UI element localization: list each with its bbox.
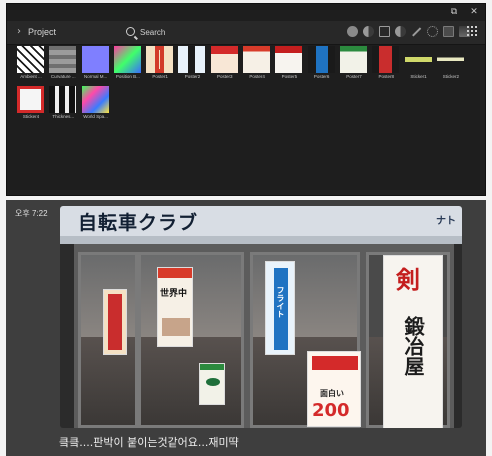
asset-label: Poster1 (152, 74, 168, 79)
asset-label: Poster8 (378, 74, 395, 79)
asset-thumbnail (404, 46, 432, 73)
asset-label: Poster4 (249, 74, 265, 79)
asset-item[interactable]: Ambient ... (15, 46, 47, 84)
filter-sphere-icon[interactable] (347, 26, 358, 37)
search-icon (126, 27, 135, 36)
asset-item[interactable]: Poster4 (241, 46, 273, 84)
asset-item[interactable]: Poster2 (176, 46, 208, 84)
asset-thumbnail (146, 46, 174, 73)
asset-item[interactable]: Sticker2 (435, 46, 467, 84)
poster-vertical-left (103, 289, 127, 355)
window-controls: ⧉ ✕ (449, 7, 479, 19)
asset-thumbnail (17, 46, 44, 73)
asset-thumbnail (113, 46, 141, 73)
asset-thumbnail (243, 46, 271, 73)
message-caption: 킄킄....판박이 붙이는것같어요...재미땩 (59, 436, 239, 449)
asset-label: World Spa... (83, 114, 108, 119)
close-icon[interactable]: ✕ (469, 7, 479, 17)
shop-sign-right-text: ナト (436, 216, 456, 227)
asset-thumbnail (275, 46, 303, 73)
poster-small-sticker (199, 363, 225, 405)
asset-label: Sticker1 (410, 74, 427, 79)
maximize-icon[interactable]: ⧉ (449, 7, 459, 17)
message-time: 오후 7:22 (15, 209, 48, 218)
asset-thumbnail (339, 46, 367, 73)
breadcrumb[interactable]: Project (28, 27, 56, 37)
asset-item[interactable]: Poster3 (209, 46, 241, 84)
window-pane-left (78, 252, 138, 428)
asset-item[interactable]: Curvature ... (47, 46, 79, 84)
asset-label: Sticker2 (442, 74, 459, 79)
asset-thumbnail (49, 86, 77, 113)
asset-label: Poster2 (184, 74, 201, 79)
asset-item[interactable]: Sticker4 (15, 86, 47, 124)
asset-row: Sticker4 Thicknes... World Spa... (15, 86, 485, 124)
asset-item[interactable]: World Spa... (80, 86, 112, 124)
asset-grid: Ambient ... Curvature ... Normal M... Posit… (15, 46, 485, 126)
asset-thumbnail (49, 46, 77, 73)
asset-label: Poster5 (281, 74, 298, 79)
project-toolbar: › Project (7, 21, 485, 45)
asset-item[interactable]: Poster1 (144, 46, 176, 84)
poster-flight: フライト (265, 261, 295, 355)
filter-texture-icon[interactable] (379, 26, 390, 37)
shop-sign-text: 自転車クラブ (78, 212, 199, 234)
asset-thumbnail (81, 86, 109, 113)
filter-list-icon[interactable] (443, 26, 454, 37)
project-panel: ⧉ ✕ › Project Ambient ... Curvature ... No… (6, 3, 486, 196)
asset-label: Thicknes... (52, 114, 75, 119)
asset-label: Poster3 (217, 74, 233, 79)
chevron-right-icon[interactable]: › (17, 26, 21, 37)
asset-label: Normal M... (83, 74, 108, 79)
asset-item[interactable]: Poster7 (338, 46, 370, 84)
window-pane-center-right: フライト 面白い 200 (250, 252, 361, 428)
grid-view-icon[interactable] (467, 26, 477, 36)
asset-label: Poster7 (346, 74, 362, 79)
asset-row: Ambient ... Curvature ... Normal M... Posit… (15, 46, 485, 84)
filter-shader-icon[interactable] (395, 26, 406, 37)
window-pane-right: 剣 鍛冶屋 (366, 252, 450, 428)
asset-item[interactable]: Position B... (112, 46, 144, 84)
search-input[interactable] (140, 25, 340, 40)
asset-item[interactable]: Poster6 (306, 46, 338, 84)
window-frame: 世界中 フライト 面白い 200 剣 鍛冶屋 (74, 244, 454, 428)
asset-thumbnail (307, 46, 335, 73)
filter-material-icon[interactable] (363, 26, 374, 37)
asset-thumbnail (81, 46, 109, 73)
shop-photo[interactable]: 自転車クラブ ナト 世界中 フライト 面白い 200 剣 鍛冶屋 (60, 206, 462, 428)
filter-icons (347, 26, 470, 37)
poster-price: 面白い 200 (307, 351, 361, 427)
shop-sign: 自転車クラブ ナト (60, 206, 462, 236)
asset-thumbnail (210, 46, 238, 73)
awning (60, 236, 462, 244)
asset-item[interactable]: Poster8 (370, 46, 402, 84)
asset-label: Poster6 (313, 74, 330, 79)
asset-label: Position B... (115, 74, 140, 79)
asset-thumbnail (17, 86, 44, 113)
poster-world: 世界中 (157, 267, 193, 347)
asset-item[interactable]: Poster5 (273, 46, 305, 84)
asset-thumbnail (372, 46, 400, 73)
asset-thumbnail (178, 46, 206, 73)
filter-brush-icon[interactable] (412, 27, 421, 37)
window-pane-center-left: 世界中 (138, 252, 244, 428)
asset-item[interactable]: Sticker1 (403, 46, 435, 84)
asset-label: Sticker4 (22, 114, 40, 119)
poster-blacksmith: 剣 鍛冶屋 (383, 255, 443, 428)
filter-dotted-icon[interactable] (427, 26, 438, 37)
asset-item[interactable]: Thicknes... (47, 86, 79, 124)
asset-thumbnail (436, 46, 464, 73)
asset-label: Curvature ... (50, 74, 76, 79)
asset-item[interactable]: Normal M... (80, 46, 112, 84)
asset-label: Ambient ... (20, 74, 42, 79)
chat-message: 오후 7:22 自転車クラブ ナト 世界中 フライト 面白い 200 剣 鍛冶屋… (6, 200, 486, 456)
